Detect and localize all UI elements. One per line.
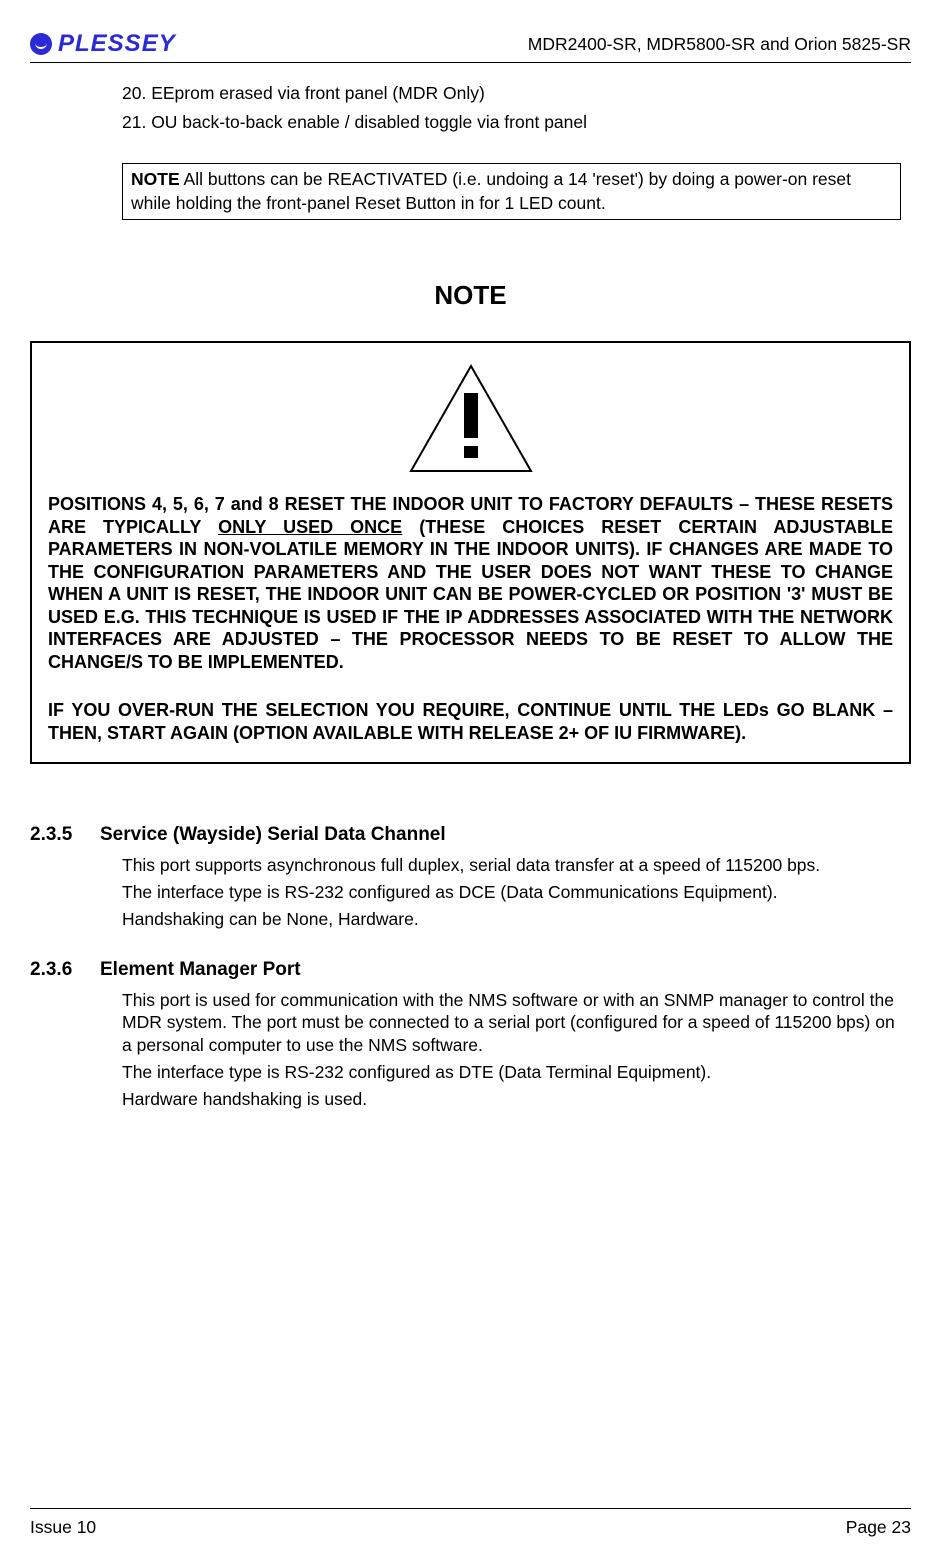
section-235-title: Service (Wayside) Serial Data Channel <box>100 824 446 845</box>
note-label: NOTE <box>131 169 180 189</box>
section-236-p3: Hardware handshaking is used. <box>122 1088 901 1111</box>
page: PLESSEY MDR2400-SR, MDR5800-SR and Orion… <box>0 0 941 1110</box>
section-236-p2: The interface type is RS-232 configured … <box>122 1061 901 1084</box>
numbered-list: 20. EEprom erased via front panel (MDR O… <box>122 83 901 220</box>
section-235-p2: The interface type is RS-232 configured … <box>122 881 901 904</box>
section-236-title: Element Manager Port <box>100 959 301 980</box>
footer-page: Page 23 <box>846 1517 911 1538</box>
section-235-p3: Handshaking can be None, Hardware. <box>122 908 901 931</box>
caution-box: POSITIONS 4, 5, 6, 7 and 8 RESET THE IND… <box>30 341 911 764</box>
note-box: NOTE All buttons can be REACTIVATED (i.e… <box>122 163 901 220</box>
list-item-21: 21. OU back-to-back enable / disabled to… <box>122 112 901 133</box>
footer-issue: Issue 10 <box>30 1517 96 1538</box>
section-236-number: 2.3.6 <box>30 959 100 981</box>
caution-icon <box>48 361 893 481</box>
section-235-heading: 2.3.5Service (Wayside) Serial Data Chann… <box>30 824 911 846</box>
caution-underlined: ONLY USED ONCE <box>218 517 402 537</box>
logo-text: PLESSEY <box>58 30 176 58</box>
section-236-p1: This port is used for communication with… <box>122 989 901 1057</box>
note-heading: NOTE <box>30 280 911 311</box>
section-236-heading: 2.3.6Element Manager Port <box>30 959 911 981</box>
note-text: All buttons can be REACTIVATED (i.e. und… <box>131 169 851 213</box>
caution-paragraph-2: IF YOU OVER-RUN THE SELECTION YOU REQUIR… <box>48 699 893 744</box>
caution-paragraph-1: POSITIONS 4, 5, 6, 7 and 8 RESET THE IND… <box>48 493 893 673</box>
caution-text-1b: (THESE CHOICES RESET CERTAIN ADJUSTABLE … <box>48 517 893 672</box>
section-235-number: 2.3.5 <box>30 824 100 846</box>
logo-icon <box>30 33 52 55</box>
page-header: PLESSEY MDR2400-SR, MDR5800-SR and Orion… <box>30 30 911 63</box>
section-235-p1: This port supports asynchronous full dup… <box>122 854 901 877</box>
logo: PLESSEY <box>30 30 176 58</box>
doc-title: MDR2400-SR, MDR5800-SR and Orion 5825-SR <box>528 34 911 55</box>
page-footer: Issue 10 Page 23 <box>30 1508 911 1538</box>
list-item-20: 20. EEprom erased via front panel (MDR O… <box>122 83 901 104</box>
